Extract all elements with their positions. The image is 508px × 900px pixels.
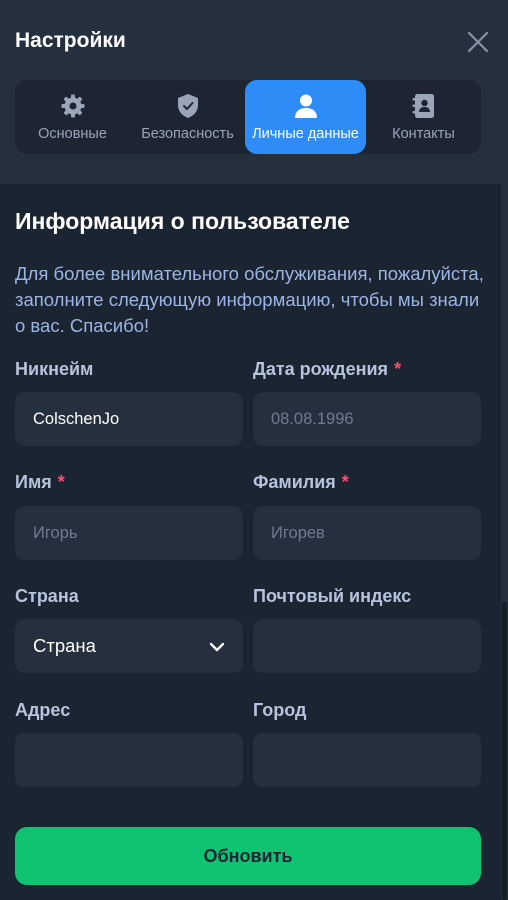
tab-contacts[interactable]: Контакты — [366, 80, 481, 154]
contacts-book-icon — [410, 92, 438, 120]
close-icon[interactable] — [466, 30, 490, 54]
postal-code-field[interactable] — [253, 619, 481, 673]
birthdate-label: Дата рождения * — [253, 359, 402, 379]
tab-label: Безопасность — [141, 126, 234, 142]
first-name-field[interactable] — [15, 506, 243, 560]
city-input[interactable] — [271, 750, 463, 770]
country-label: Страна — [15, 586, 79, 606]
page-title: Настройки — [15, 29, 126, 52]
birthdate-input[interactable] — [271, 409, 463, 429]
birthdate-field[interactable] — [253, 392, 481, 446]
last-name-label: Фамилия * — [253, 472, 349, 492]
update-button[interactable]: Обновить — [15, 827, 481, 885]
address-input[interactable] — [33, 750, 225, 770]
address-field[interactable] — [15, 733, 243, 787]
country-selected-value: Страна — [33, 635, 96, 656]
city-field[interactable] — [253, 733, 481, 787]
last-name-input[interactable] — [271, 523, 463, 543]
shield-check-icon — [174, 92, 202, 120]
nickname-field[interactable] — [15, 392, 243, 446]
postal-code-input[interactable] — [271, 636, 463, 656]
tab-label: Личные данные — [252, 126, 359, 142]
required-mark: * — [57, 472, 65, 492]
address-label: Адрес — [15, 700, 71, 720]
nickname-input[interactable] — [33, 409, 225, 429]
scrollbar-thumb[interactable] — [502, 602, 507, 900]
tab-label: Основные — [38, 126, 107, 142]
nickname-label: Никнейм — [15, 359, 94, 379]
user-icon — [292, 92, 320, 120]
intro-text: Для более внимательного обслуживания, по… — [15, 263, 484, 336]
gear-icon — [59, 92, 87, 120]
first-name-label: Имя * — [15, 472, 65, 492]
city-label: Город — [253, 700, 307, 720]
required-mark: * — [341, 472, 349, 492]
settings-tabs: Основные Безопасность Личные данные Конт… — [15, 80, 481, 154]
required-mark: * — [394, 359, 402, 379]
tab-label: Контакты — [392, 126, 455, 142]
country-select[interactable]: Страна — [15, 619, 243, 673]
section-title: Информация о пользователе — [15, 208, 350, 234]
first-name-input[interactable] — [33, 523, 225, 543]
postal-code-label: Почтовый индекс — [253, 586, 412, 606]
tab-personal-data[interactable]: Личные данные — [245, 80, 366, 154]
chevron-down-icon — [209, 635, 225, 657]
last-name-field[interactable] — [253, 506, 481, 560]
tab-general[interactable]: Основные — [15, 80, 130, 154]
tab-security[interactable]: Безопасность — [130, 80, 245, 154]
